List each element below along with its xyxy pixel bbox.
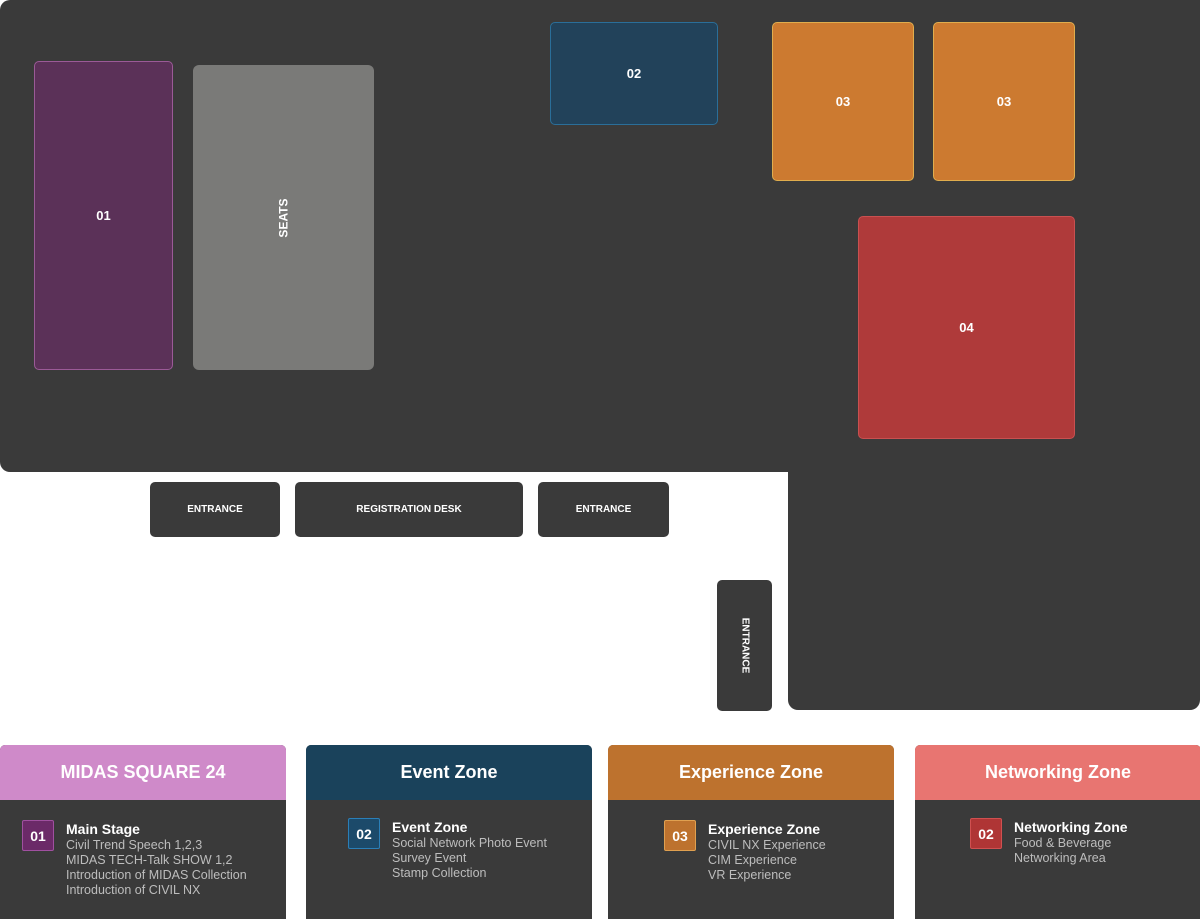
floor-area-east [788,440,1200,710]
entrance-side[interactable]: ENTRANCE [717,580,772,711]
legend-card-experience-zone: Experience Zone 03 Experience Zone CIVIL… [608,745,894,919]
zone-label: SEATS [276,197,291,238]
zone-03-experience-a[interactable]: 03 [772,22,914,181]
legend-entry-line: Introduction of CIVIL NX [66,883,201,897]
zone-label: 03 [996,94,1012,109]
legend-entry-line: MIDAS TECH-Talk SHOW 1,2 [66,853,233,867]
legend-card-networking-zone: Networking Zone 02 Networking Zone Food … [915,745,1200,919]
zone-label: 03 [835,94,851,109]
zone-04-networking[interactable]: 04 [858,216,1075,439]
zone-03-experience-b[interactable]: 03 [933,22,1075,181]
legend-entry-title: Networking Zone [1014,819,1128,835]
legend-entry-line: Civil Trend Speech 1,2,3 [66,838,203,852]
zone-01-main-stage[interactable]: 01 [34,61,173,370]
legend-entry-line: Introduction of MIDAS Collection [66,868,247,882]
zone-label: 02 [626,66,642,81]
legend-header: MIDAS SQUARE 24 [0,745,286,800]
zone-label: 04 [959,320,974,335]
door-label: ENTRANCE [739,617,750,674]
door-label: ENTRANCE [187,504,243,515]
zone-02-event[interactable]: 02 [550,22,718,125]
legend-card-event-zone: Event Zone 02 Event Zone Social Network … [306,745,592,919]
legend-entry-line: Food & Beverage [1014,836,1112,850]
zone-badge: 01 [22,820,54,851]
registration-desk[interactable]: REGISTRATION DESK [295,482,523,537]
legend-card-main-stage: MIDAS SQUARE 24 01 Main Stage Civil Tren… [0,745,286,919]
zone-badge: 02 [970,818,1002,849]
zone-badge: 03 [664,820,696,851]
door-label: REGISTRATION DESK [356,504,462,515]
legend-entry-title: Event Zone [392,819,468,835]
legend-header: Experience Zone [608,745,894,800]
legend-entry-line: Networking Area [1014,851,1106,865]
legend-entry-line: Social Network Photo Event [392,836,547,850]
entrance-middle[interactable]: ENTRANCE [538,482,669,537]
zone-label: 01 [96,208,111,223]
zone-seats[interactable]: SEATS [193,65,374,370]
legend-entry-line: VR Experience [708,868,792,882]
legend-entry-title: Main Stage [66,821,140,837]
zone-badge: 02 [348,818,380,849]
legend-entry-line: Stamp Collection [392,866,487,880]
legend-entry-line: Survey Event [392,851,467,865]
entrance-left[interactable]: ENTRANCE [150,482,280,537]
legend-header: Networking Zone [915,745,1200,800]
legend-entry-line: CIM Experience [708,853,797,867]
legend-entry-title: Experience Zone [708,821,821,837]
legend-entry-line: CIVIL NX Experience [708,838,826,852]
legend-header: Event Zone [306,745,592,800]
door-label: ENTRANCE [575,504,632,515]
